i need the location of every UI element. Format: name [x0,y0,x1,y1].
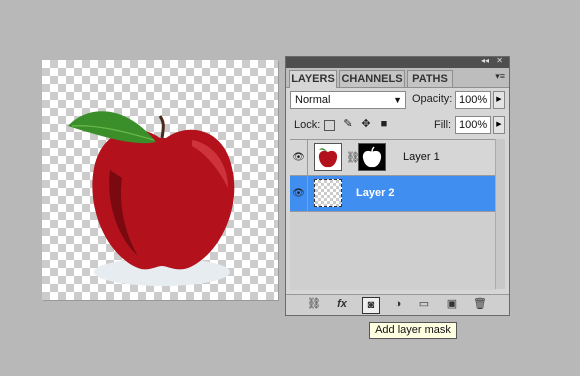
eye-icon[interactable]: 👁 [290,176,308,211]
layer-row-1[interactable]: 👁 ⛓ Layer 1 [290,140,496,176]
eye-icon[interactable]: 👁 [290,140,308,175]
blend-mode-select[interactable]: Normal ▼ [290,91,406,109]
tab-paths[interactable]: PATHS [407,70,453,87]
opacity-slider-button[interactable]: ▶ [493,91,505,109]
blend-mode-value: Normal [295,94,331,106]
link-layers-icon[interactable]: ⛓ [306,297,322,312]
layers-panel: ◂◂ ✕ LAYERS CHANNELS PATHS ▾≡ Normal ▼ O… [285,56,510,316]
document-canvas[interactable] [42,60,278,300]
panel-menu-icon[interactable]: ▾≡ [495,71,505,82]
layer-name: Layer 1 [403,151,440,163]
tab-layers[interactable]: LAYERS [289,70,337,88]
layers-list: 👁 ⛓ Layer 1 👁 Layer 2 [290,139,496,290]
opacity-label: Opacity: [412,93,453,105]
chevron-down-icon: ▼ [393,95,402,105]
panel-tabs: LAYERS CHANNELS PATHS ▾≡ [286,68,509,88]
collapse-icon[interactable]: ◂◂ [481,56,489,65]
new-layer-icon[interactable]: ▣ [444,297,460,312]
fx-icon[interactable]: fx [334,297,350,312]
tab-channels[interactable]: CHANNELS [339,70,405,87]
trash-icon[interactable]: 🗑 [472,297,488,312]
layer-mask-thumbnail[interactable] [358,143,386,171]
lock-label: Lock: [294,119,321,131]
lock-all-icon[interactable]: ■ [378,118,390,130]
layer-thumbnail [314,179,342,207]
folder-icon[interactable]: ▭ [416,297,432,312]
fill-label: Fill: [434,119,452,131]
tooltip: Add layer mask [369,322,457,339]
lock-transparent-icon[interactable] [324,120,335,131]
lock-move-icon[interactable]: ✥ [360,118,372,130]
layer-name: Layer 2 [356,187,395,199]
panel-titlebar[interactable]: ◂◂ ✕ [286,56,509,68]
panel-bottom-toolbar: ⛓ fx ◙ ◑ ▭ ▣ 🗑 [286,294,509,315]
fill-field[interactable]: 100% [455,116,491,134]
layer-row-2[interactable]: 👁 Layer 2 [290,176,496,212]
adjustment-icon[interactable]: ◑ [390,297,406,312]
layer-thumbnail [314,143,342,171]
apple-image [68,111,235,286]
close-icon[interactable]: ✕ [496,56,503,65]
opacity-field[interactable]: 100% [455,91,491,109]
add-layer-mask-button[interactable]: ◙ [362,297,380,314]
lock-paint-icon[interactable]: ✎ [342,118,354,130]
fill-slider-button[interactable]: ▶ [493,116,505,134]
layers-scrollbar[interactable] [495,139,505,289]
